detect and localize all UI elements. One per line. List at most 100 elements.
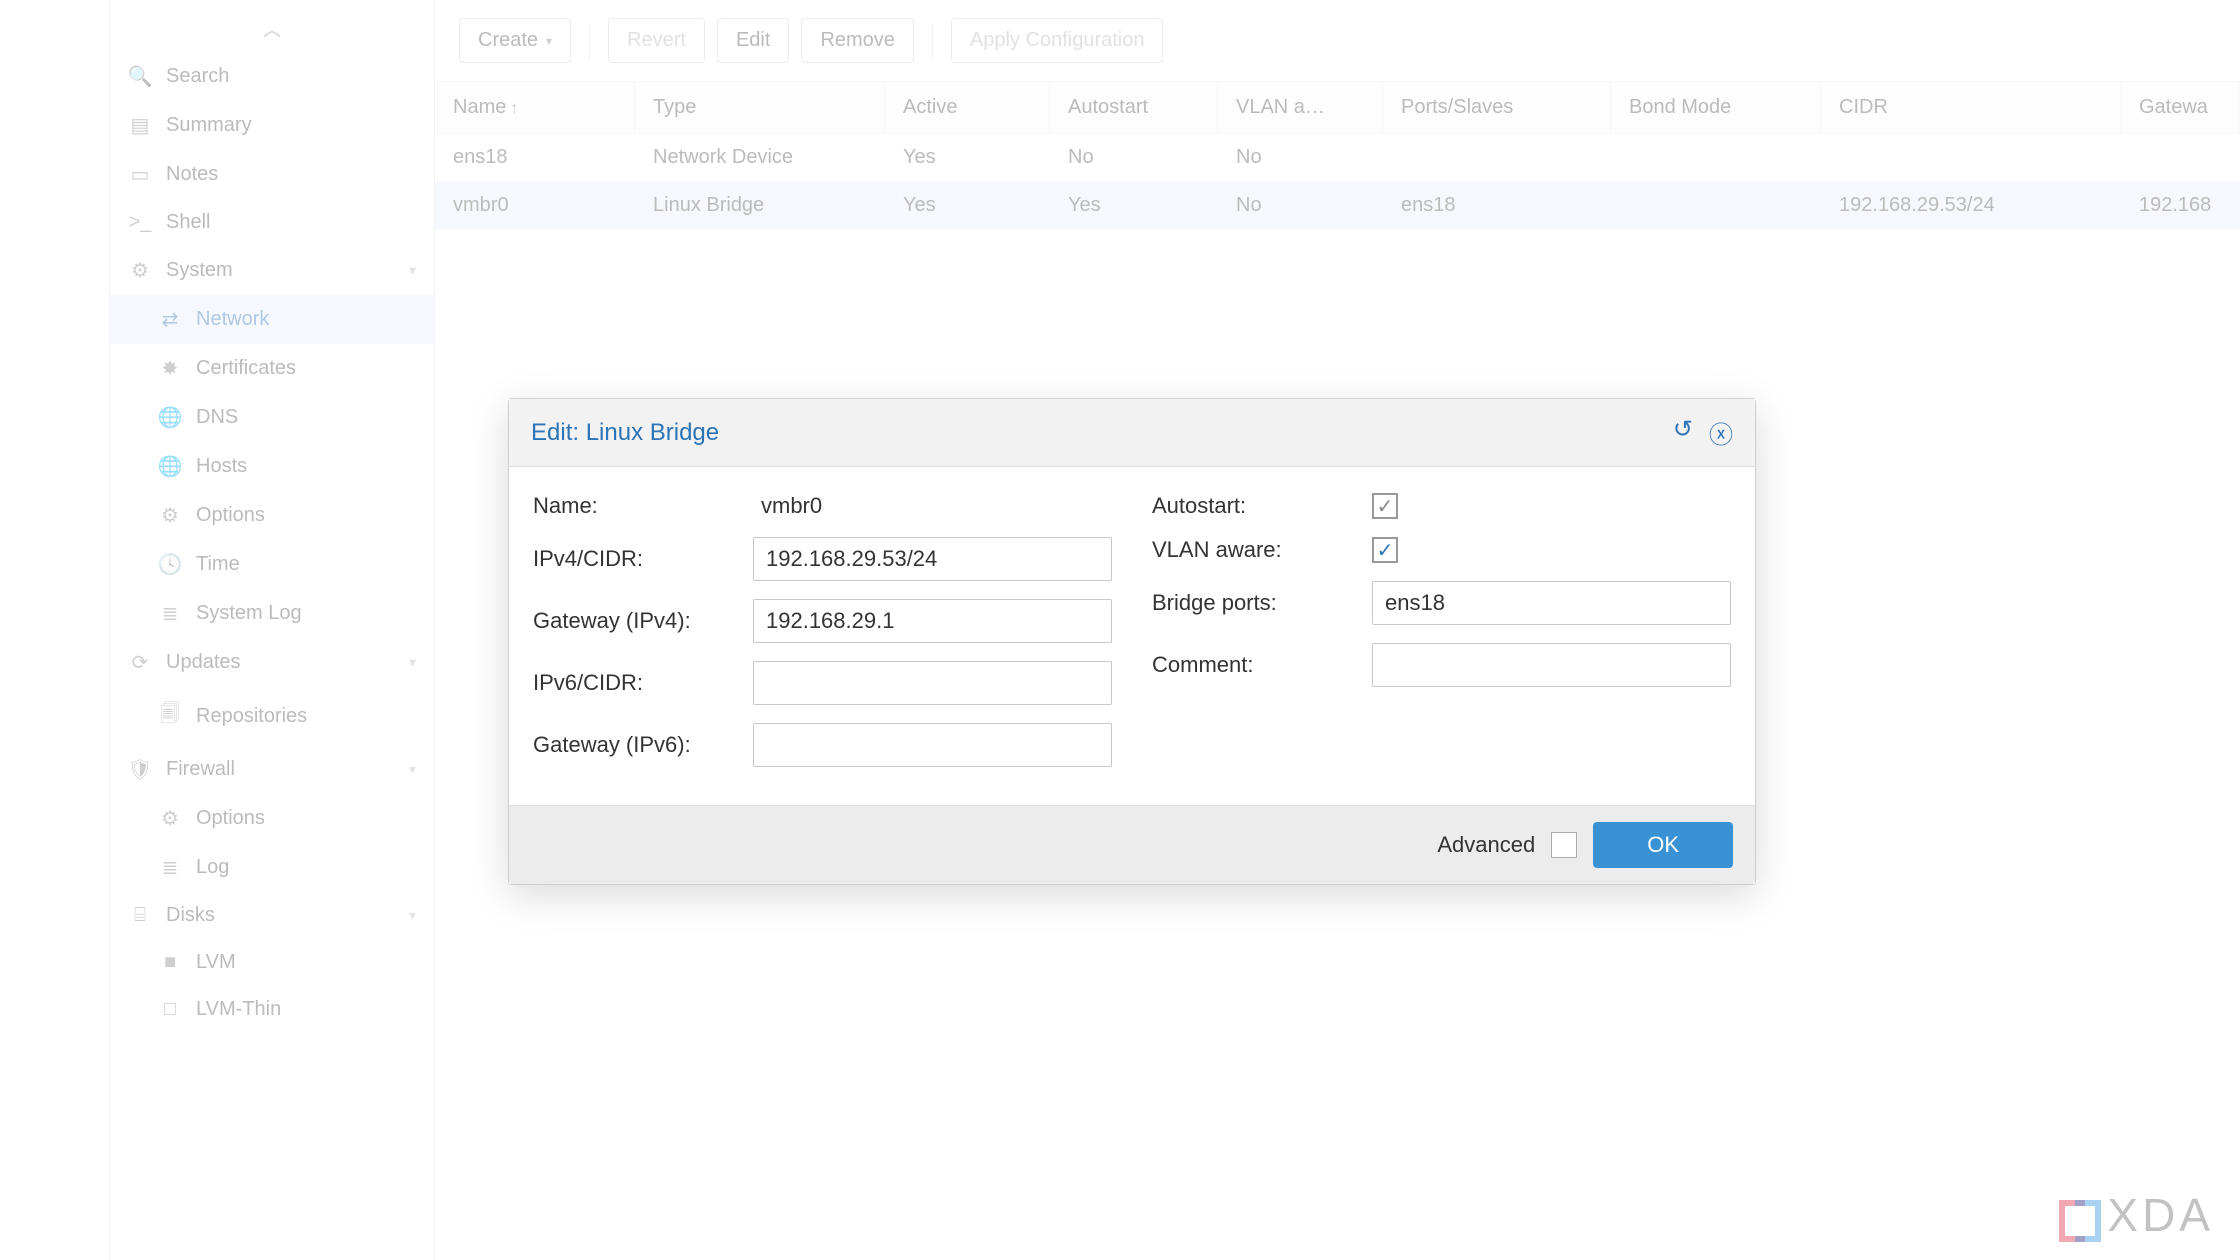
edit-linux-bridge-dialog: Edit: Linux Bridge ↺ ⓧ Name: vmbr0 IPv4/… xyxy=(508,398,1756,885)
column-gateway[interactable]: Gatewa xyxy=(2121,82,2240,133)
dialog-title: Edit: Linux Bridge xyxy=(531,419,719,447)
xda-logo-icon xyxy=(2059,1194,2101,1236)
cell-cidr xyxy=(1821,134,2121,181)
sidebar-item-label: DNS xyxy=(196,406,238,429)
dialog-header[interactable]: Edit: Linux Bridge ↺ ⓧ xyxy=(509,399,1755,467)
column-name[interactable]: Name↑ xyxy=(435,82,635,133)
note-icon: ▭ xyxy=(128,162,152,187)
ipv4-cidr-input[interactable] xyxy=(753,537,1112,581)
column-vlan-aware[interactable]: VLAN a… xyxy=(1218,82,1383,133)
sidebar-item-label: Certificates xyxy=(196,357,296,380)
chevron-up-icon[interactable]: ︿ xyxy=(110,10,434,52)
vlan-aware-checkbox[interactable]: ✓ xyxy=(1372,537,1398,563)
cell-type: Network Device xyxy=(635,134,885,181)
column-active[interactable]: Active xyxy=(885,82,1050,133)
table-row[interactable]: vmbr0Linux BridgeYesYesNoens18192.168.29… xyxy=(435,182,2240,230)
comment-label: Comment: xyxy=(1152,652,1372,678)
comment-input[interactable] xyxy=(1372,643,1731,687)
cell-gateway xyxy=(2121,134,2240,181)
column-type[interactable]: Type xyxy=(635,82,885,133)
terminal-icon: >_ xyxy=(128,211,152,234)
cell-gateway: 192.168 xyxy=(2121,182,2240,229)
sidebar-item-hosts[interactable]: 🌐Hosts xyxy=(110,442,434,491)
sidebar-item-label: LVM xyxy=(196,951,236,974)
name-value: vmbr0 xyxy=(753,493,1112,519)
sidebar-item-options[interactable]: ⚙Options xyxy=(110,491,434,540)
sidebar-item-disks[interactable]: ⌸Disks▾ xyxy=(110,892,434,939)
cell-name: vmbr0 xyxy=(435,182,635,229)
toolbar-divider xyxy=(589,23,590,59)
sidebar-item-notes[interactable]: ▭Notes xyxy=(110,150,434,199)
column-bond-mode[interactable]: Bond Mode xyxy=(1611,82,1821,133)
sidebar-item-certificates[interactable]: ✸Certificates xyxy=(110,344,434,393)
sidebar: ︿ 🔍Search▤Summary▭Notes>_Shell ⚙ System ▾ ⇄N… xyxy=(110,0,435,1260)
cell-bond xyxy=(1611,134,1821,181)
dialog-footer: Advanced OK xyxy=(509,805,1755,884)
gateway-ipv6-input[interactable] xyxy=(753,723,1112,767)
sidebar-item-search[interactable]: 🔍Search xyxy=(110,52,434,101)
gateway-ipv4-input[interactable] xyxy=(753,599,1112,643)
files-icon: 🗐 xyxy=(158,699,182,733)
close-icon[interactable]: ⓧ xyxy=(1709,415,1733,450)
sidebar-item-firewall[interactable]: 🛡Firewall▾ xyxy=(110,745,434,794)
gateway-ipv6-label: Gateway (IPv6): xyxy=(533,732,753,758)
search-icon: 🔍 xyxy=(128,64,152,89)
edit-button[interactable]: Edit xyxy=(717,18,789,63)
sidebar-item-log[interactable]: ≣ Log xyxy=(110,843,434,892)
chevron-down-icon: ▾ xyxy=(409,262,416,279)
column-autostart[interactable]: Autostart xyxy=(1050,82,1218,133)
ok-button[interactable]: OK xyxy=(1593,822,1733,868)
sidebar-item-time[interactable]: 🕓Time xyxy=(110,540,434,589)
sidebar-item-options[interactable]: ⚙Options xyxy=(110,794,434,843)
autostart-checkbox[interactable]: ✓ xyxy=(1372,493,1398,519)
sidebar-item-label: System xyxy=(166,259,233,282)
caret-down-icon: ▾ xyxy=(546,34,552,48)
square-outline-icon: □ xyxy=(158,998,182,1021)
sidebar-item-label: Summary xyxy=(166,114,252,137)
revert-button[interactable]: Revert xyxy=(608,18,705,63)
sidebar-item-shell[interactable]: >_Shell xyxy=(110,199,434,246)
sidebar-item-lvm[interactable]: ■LVM xyxy=(110,939,434,986)
sidebar-item-lvm-thin[interactable]: □LVM-Thin xyxy=(110,986,434,1033)
sidebar-item-label: Firewall xyxy=(166,758,235,781)
remove-button[interactable]: Remove xyxy=(801,18,913,63)
cell-autostart: Yes xyxy=(1050,182,1218,229)
sidebar-item-repositories[interactable]: 🗐Repositories xyxy=(110,687,434,745)
bridge-ports-input[interactable] xyxy=(1372,581,1731,625)
vlan-aware-label: VLAN aware: xyxy=(1152,537,1372,563)
cell-bond xyxy=(1611,182,1821,229)
chevron-down-icon: ▾ xyxy=(409,907,416,924)
gear-icon: ⚙ xyxy=(158,503,182,528)
sidebar-item-system[interactable]: ⚙ System ▾ xyxy=(110,246,434,295)
cell-ports xyxy=(1383,134,1611,181)
sidebar-item-label: Log xyxy=(196,856,229,879)
column-ports-slaves[interactable]: Ports/Slaves xyxy=(1383,82,1611,133)
sidebar-item-label: Updates xyxy=(166,651,241,674)
list-icon: ≣ xyxy=(158,855,182,880)
sidebar-item-network[interactable]: ⇄Network xyxy=(110,295,434,344)
ipv6-cidr-input[interactable] xyxy=(753,661,1112,705)
table-row[interactable]: ens18Network DeviceYesNoNo xyxy=(435,134,2240,182)
list-icon: ≣ xyxy=(158,601,182,626)
cell-autostart: No xyxy=(1050,134,1218,181)
tree-panel-spacer xyxy=(0,0,110,1260)
cell-ports: ens18 xyxy=(1383,182,1611,229)
column-cidr[interactable]: CIDR xyxy=(1821,82,2121,133)
chevron-down-icon: ▾ xyxy=(409,761,416,778)
sidebar-item-summary[interactable]: ▤Summary xyxy=(110,101,434,150)
globe-icon: 🌐 xyxy=(158,454,182,479)
sidebar-item-label: Options xyxy=(196,807,265,830)
gears-icon: ⚙ xyxy=(128,258,152,283)
reset-icon[interactable]: ↺ xyxy=(1673,415,1693,450)
grid-header: Name↑ Type Active Autostart VLAN a… Port… xyxy=(435,81,2240,134)
sidebar-item-dns[interactable]: 🌐DNS xyxy=(110,393,434,442)
create-button[interactable]: Create▾ xyxy=(459,18,571,63)
cell-cidr: 192.168.29.53/24 xyxy=(1821,182,2121,229)
advanced-checkbox[interactable] xyxy=(1551,832,1577,858)
sidebar-item-label: Time xyxy=(196,553,240,576)
apply-configuration-button[interactable]: Apply Configuration xyxy=(951,18,1164,63)
name-label: Name: xyxy=(533,493,753,519)
sidebar-item-updates[interactable]: ⟳Updates▾ xyxy=(110,638,434,687)
sidebar-item-system-log[interactable]: ≣System Log xyxy=(110,589,434,638)
sidebar-item-label: Disks xyxy=(166,904,215,927)
